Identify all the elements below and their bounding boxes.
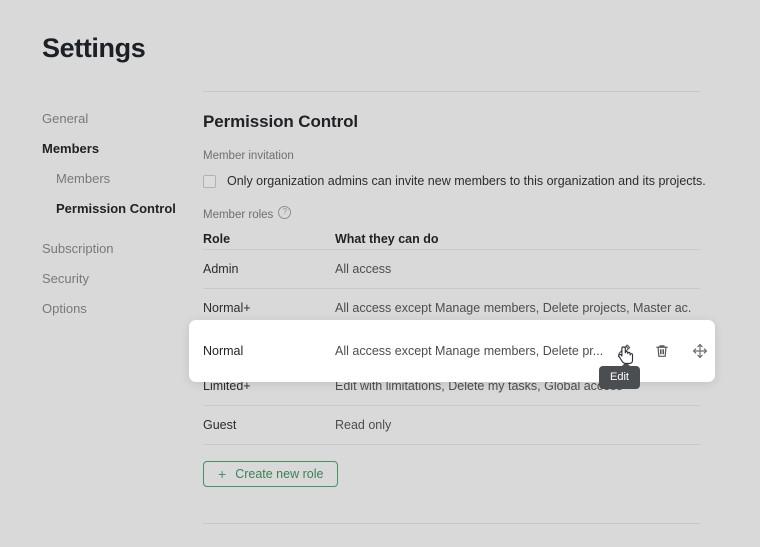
content-bottom-divider <box>203 523 700 524</box>
sidebar-subitem-permission-control[interactable]: Permission Control <box>42 194 192 224</box>
member-roles-label-text: Member roles <box>203 209 274 221</box>
role-description: Read only <box>335 418 392 432</box>
admin-only-invite-label: Only organization admins can invite new … <box>227 174 706 188</box>
sidebar-subitem-members[interactable]: Members <box>42 164 192 194</box>
table-header-row: Role What they can do <box>203 228 700 250</box>
table-row[interactable]: Admin All access <box>203 250 700 289</box>
pencil-icon[interactable] <box>615 343 632 360</box>
create-new-role-label: Create new role <box>235 467 324 481</box>
sidebar-item-members[interactable]: Members <box>42 134 192 164</box>
sidebar-item-general[interactable]: General <box>42 104 192 134</box>
column-header-description: What they can do <box>335 231 439 246</box>
row-actions <box>615 343 708 360</box>
sidebar-item-options[interactable]: Options <box>42 294 192 324</box>
role-description: All access <box>335 262 392 276</box>
member-roles-label: Member roles <box>203 206 292 221</box>
settings-sidebar: General Members Members Permission Contr… <box>42 104 192 324</box>
content-top-divider <box>203 91 700 92</box>
move-arrows-icon[interactable] <box>691 343 708 360</box>
column-header-role: Role <box>203 231 231 246</box>
role-description: All access except Manage members, Delete… <box>335 344 604 358</box>
page-title: Settings <box>42 33 146 63</box>
admin-only-invite-checkbox[interactable] <box>203 174 216 188</box>
edit-tooltip: Edit <box>599 362 640 389</box>
admin-only-invite-checkbox-row[interactable]: Only organization admins can invite new … <box>203 174 706 188</box>
role-description: All access except Manage members, Delete… <box>335 301 692 315</box>
sidebar-item-subscription[interactable]: Subscription <box>42 234 192 264</box>
sidebar-item-security[interactable]: Security <box>42 264 192 294</box>
trash-icon[interactable] <box>653 343 670 360</box>
role-name: Admin <box>203 262 239 276</box>
create-new-role-button[interactable]: + Create new role <box>203 461 339 487</box>
role-name: Normal+ <box>203 301 251 315</box>
question-circle-icon[interactable] <box>278 206 292 219</box>
section-title: Permission Control <box>203 112 359 131</box>
plus-icon: + <box>218 466 227 482</box>
role-name: Guest <box>203 418 237 432</box>
member-invitation-label: Member invitation <box>203 150 294 162</box>
role-name: Normal <box>203 344 244 358</box>
table-row[interactable]: Guest Read only <box>203 406 700 445</box>
